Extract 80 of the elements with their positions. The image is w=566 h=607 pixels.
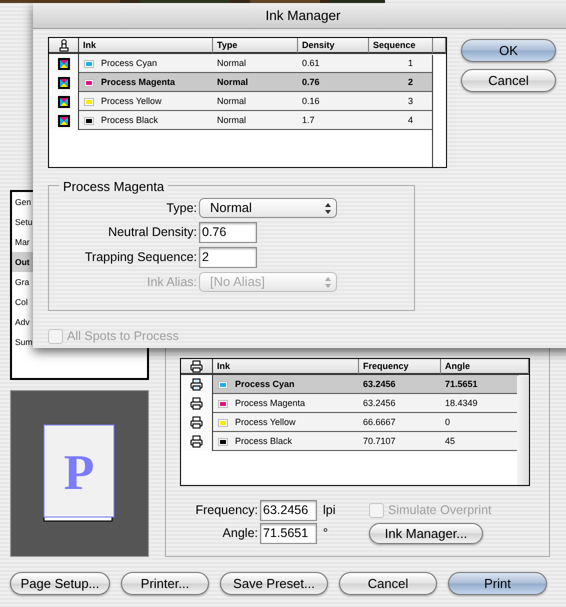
column-header[interactable]: Sequence bbox=[369, 38, 433, 53]
table-row[interactable]: Process Yellow 66.6667 0 bbox=[181, 413, 519, 432]
table-cell-text: Process Magenta bbox=[101, 76, 176, 89]
dialog-button[interactable]: Save Preset... bbox=[220, 572, 328, 595]
field-label: Neutral Density: bbox=[107, 224, 197, 242]
table-row[interactable]: Process Black Normal 1.7 4 bbox=[49, 111, 433, 130]
table-cell-text: 70.7107 bbox=[362, 435, 397, 448]
table-cell-text: Process Cyan bbox=[235, 378, 295, 391]
column-header[interactable]: Frequency bbox=[359, 359, 441, 374]
table-cell-text: 0 bbox=[444, 416, 452, 429]
printer-icon[interactable] bbox=[190, 416, 203, 429]
dialog-button[interactable]: Cancel bbox=[339, 572, 437, 595]
printer-icon[interactable] bbox=[190, 435, 203, 448]
table-cell-text: 0.61 bbox=[301, 57, 321, 70]
field-label: Ink Alias: bbox=[146, 274, 197, 291]
table-cell-text: 2 bbox=[406, 76, 414, 89]
table-cell-text: 63.2456 bbox=[362, 397, 397, 410]
unit-label: lpi bbox=[323, 503, 336, 518]
table-cell-text: Process Cyan bbox=[101, 57, 158, 70]
dialog-button[interactable]: Page Setup... bbox=[10, 572, 110, 595]
input-field[interactable]: 0.76 bbox=[199, 222, 257, 243]
column-header[interactable]: Angle bbox=[441, 359, 529, 374]
column-header[interactable]: Type bbox=[213, 38, 298, 53]
input-field[interactable]: 2 bbox=[199, 247, 257, 268]
table-cell-text: 18.4349 bbox=[444, 397, 479, 410]
column-header[interactable]: Ink bbox=[213, 359, 359, 374]
group-title: Process Magenta bbox=[59, 177, 168, 196]
column-header[interactable]: Density bbox=[298, 38, 369, 53]
table-cell-text: 63.2456 bbox=[362, 378, 397, 391]
table-cell-text: Process Black bbox=[101, 114, 158, 127]
table-cell-text: Normal bbox=[216, 57, 248, 70]
table-row[interactable]: Process Yellow Normal 0.16 3 bbox=[49, 92, 433, 111]
table-cell-text: 1.7 bbox=[301, 114, 316, 127]
table-cell-text: 0.76 bbox=[301, 76, 321, 89]
field-label: Type: bbox=[165, 200, 197, 217]
printer-icon[interactable] bbox=[190, 397, 203, 410]
table-cell-text: 45 bbox=[444, 435, 456, 448]
page-letter: P bbox=[64, 444, 94, 500]
table-cell-text: Normal bbox=[216, 114, 248, 127]
table-cell-text: 4 bbox=[406, 114, 414, 127]
dropdown[interactable]: Normal bbox=[199, 198, 337, 218]
table-cell-text: 66.6667 bbox=[362, 416, 397, 429]
field-label: Angle: bbox=[222, 525, 258, 542]
updown-arrows-icon bbox=[324, 276, 332, 288]
input-field[interactable]: 63.2456 bbox=[260, 500, 317, 521]
table-cell-text: Process Yellow bbox=[101, 95, 162, 108]
field-label: Trapping Sequence: bbox=[84, 249, 197, 266]
table-row[interactable]: Process Black 70.7107 45 bbox=[181, 432, 519, 451]
dialog-button[interactable]: Printer... bbox=[121, 572, 209, 595]
table-cell-text: Process Magenta bbox=[235, 397, 306, 410]
table-cell-text: 71.5651 bbox=[444, 378, 479, 391]
unit-label: ° bbox=[323, 526, 328, 540]
checkbox-label: All Spots to Process bbox=[67, 328, 179, 345]
updown-arrows-icon bbox=[324, 202, 332, 214]
field-label: Frequency: bbox=[194, 502, 258, 520]
table-cell-text: Normal bbox=[216, 76, 250, 89]
table-cell-text: 3 bbox=[406, 95, 414, 108]
process-ink-icon[interactable] bbox=[58, 96, 70, 108]
cancel-button[interactable]: Cancel bbox=[461, 69, 556, 92]
table-row[interactable]: Process Magenta 63.2456 18.4349 bbox=[181, 394, 519, 413]
process-ink-icon[interactable] bbox=[58, 58, 70, 70]
print-button[interactable]: Print bbox=[448, 572, 547, 595]
table-row[interactable]: Process Magenta Normal 0.76 2 bbox=[49, 73, 433, 92]
table-cell-text: Normal bbox=[216, 95, 248, 108]
ink-manager-button[interactable]: Ink Manager... bbox=[369, 523, 483, 544]
window-title: Ink Manager bbox=[33, 3, 566, 29]
table-cell-text: 1 bbox=[406, 57, 414, 70]
checkbox-label: Simulate Overprint bbox=[388, 502, 492, 520]
column-header[interactable]: Ink bbox=[79, 38, 213, 53]
table-cell-text: Process Yellow bbox=[235, 416, 296, 429]
printer-icon[interactable] bbox=[190, 378, 203, 391]
table-row[interactable]: Process Cyan Normal 0.61 1 bbox=[49, 54, 433, 73]
ok-button[interactable]: OK bbox=[461, 39, 556, 62]
process-ink-icon[interactable] bbox=[58, 114, 70, 126]
scrollbar[interactable] bbox=[517, 376, 529, 485]
table-cell-text: 0.16 bbox=[301, 95, 321, 108]
process-ink-icon[interactable] bbox=[58, 76, 70, 88]
table-cell-text: Process Black bbox=[235, 435, 292, 448]
input-field[interactable]: 71.5651 bbox=[260, 523, 317, 544]
table-row[interactable]: Process Cyan 63.2456 71.5651 bbox=[181, 375, 519, 394]
